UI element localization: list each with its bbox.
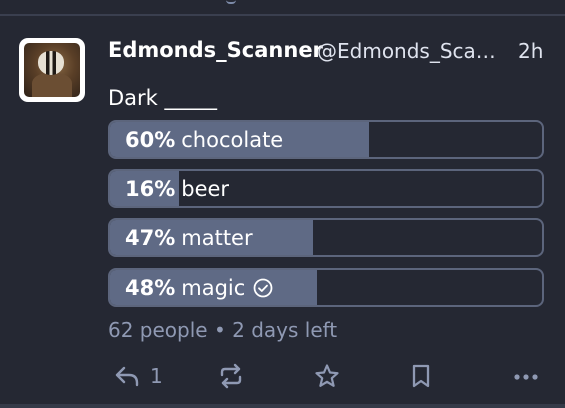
reply-icon bbox=[115, 366, 139, 387]
poll-option-text: chocolate bbox=[181, 128, 284, 152]
bookmark-button[interactable] bbox=[410, 360, 432, 392]
bottom-divider bbox=[0, 404, 565, 408]
avatar-badger-face bbox=[38, 51, 64, 75]
reply-button[interactable]: 1 bbox=[114, 360, 163, 392]
favourite-icon bbox=[315, 364, 339, 387]
post-container: Edmonds_Scanner @Edmonds_Sca… 2h Dark __… bbox=[0, 0, 565, 408]
poll-option-percent: 16% bbox=[125, 177, 176, 201]
action-bar: 1 bbox=[108, 360, 548, 392]
poll-option-percent: 47% bbox=[125, 226, 176, 250]
account-handle[interactable]: @Edmonds_Sca… bbox=[317, 39, 496, 63]
post-text: Dark _____ bbox=[108, 86, 218, 110]
poll-option-label: 16% beer bbox=[125, 177, 229, 201]
boost-icon bbox=[220, 363, 242, 389]
bookmark-icon bbox=[412, 364, 430, 388]
poll-option-beer[interactable]: 16% beer bbox=[108, 169, 544, 208]
poll-option-chocolate[interactable]: 60% chocolate bbox=[108, 120, 544, 159]
top-divider bbox=[0, 14, 565, 16]
display-name[interactable]: Edmonds_Scanner bbox=[108, 38, 323, 62]
poll-option-percent: 60% bbox=[125, 128, 176, 152]
more-icon bbox=[514, 374, 538, 380]
avatar-image bbox=[24, 43, 80, 97]
reply-count: 1 bbox=[150, 364, 163, 388]
post-time[interactable]: 2h bbox=[518, 39, 543, 63]
poll-option-text: magic bbox=[181, 276, 246, 300]
voted-check-icon bbox=[253, 278, 273, 298]
poll-option-matter[interactable]: 47% matter bbox=[108, 218, 544, 257]
boost-button[interactable] bbox=[218, 360, 244, 392]
more-button[interactable] bbox=[512, 360, 540, 392]
avatar-badger-body bbox=[32, 73, 72, 97]
poll-option-text: matter bbox=[181, 226, 253, 250]
poll-option-label: 48% magic bbox=[125, 276, 273, 300]
previous-post-edge-icon bbox=[226, 0, 236, 4]
poll-option-magic[interactable]: 48% magic bbox=[108, 268, 544, 307]
poll-option-text: beer bbox=[181, 177, 230, 201]
poll-meta: 62 people • 2 days left bbox=[108, 318, 338, 342]
favourite-button[interactable] bbox=[314, 360, 340, 392]
poll-option-label: 47% matter bbox=[125, 226, 253, 250]
avatar[interactable] bbox=[19, 38, 85, 102]
poll-option-percent: 48% bbox=[125, 276, 176, 300]
poll-option-label: 60% chocolate bbox=[125, 128, 283, 152]
